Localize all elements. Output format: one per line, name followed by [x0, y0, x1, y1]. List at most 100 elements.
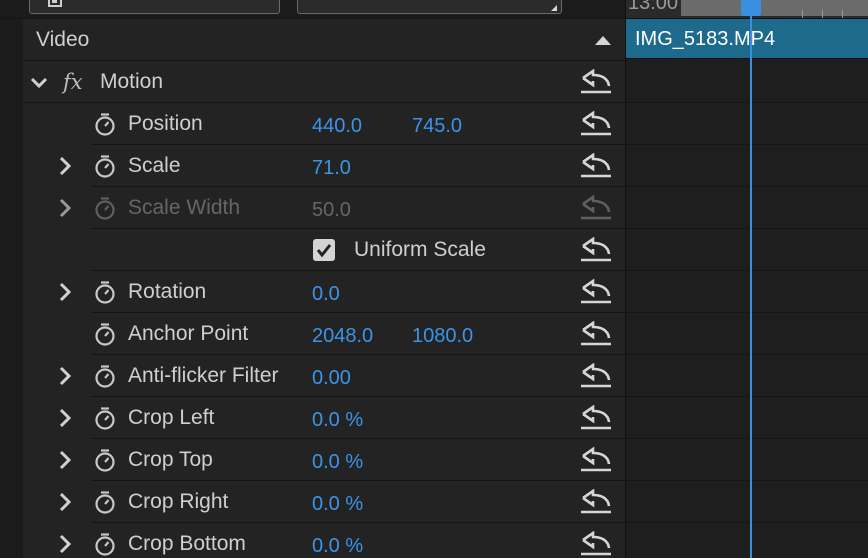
- keyframe-lane[interactable]: [626, 229, 868, 271]
- property-row-scale: Scale 71.0: [23, 145, 625, 187]
- property-label: Rotation: [128, 280, 207, 303]
- reset-parameter-icon: [581, 195, 611, 220]
- stopwatch-icon[interactable]: [93, 490, 117, 514]
- crop-top-value[interactable]: 0.0 %: [312, 441, 363, 483]
- chevron-right-icon[interactable]: [55, 407, 75, 429]
- ruler-timecode: 13:00: [628, 0, 679, 14]
- keyframe-lane[interactable]: [626, 397, 868, 439]
- effect-controls-timeline[interactable]: 13:00 IMG_5183.MP4: [625, 0, 868, 558]
- anti-flicker-value[interactable]: 0.00: [312, 357, 351, 399]
- property-row-uniform-scale: Uniform Scale: [23, 229, 625, 271]
- keyframe-lane[interactable]: [626, 145, 868, 187]
- property-row-crop-right: Crop Right 0.0 %: [23, 481, 625, 523]
- crop-left-value[interactable]: 0.0 %: [312, 399, 363, 441]
- property-row-scale-width: Scale Width 50.0: [23, 187, 625, 229]
- chevron-right-icon[interactable]: [55, 281, 75, 303]
- anchor-y-value[interactable]: 1080.0: [412, 315, 473, 357]
- playhead-handle[interactable]: [741, 0, 761, 16]
- clip-icon-pip: [52, 0, 57, 3]
- anchor-x-value[interactable]: 2048.0: [312, 315, 373, 357]
- scale-value[interactable]: 71.0: [312, 147, 351, 189]
- keyframe-lane[interactable]: [626, 355, 868, 397]
- keyframe-lane[interactable]: [626, 481, 868, 523]
- panel-gutter: [0, 0, 23, 558]
- ruler-tick: [842, 10, 843, 18]
- ruler-tick: [822, 10, 823, 18]
- reset-parameter-icon[interactable]: [579, 489, 613, 515]
- crop-right-value[interactable]: 0.0 %: [312, 483, 363, 525]
- property-row-rotation: Rotation 0.0: [23, 271, 625, 313]
- ruler-tick: [802, 10, 803, 18]
- fx-badge[interactable]: fx: [63, 61, 83, 103]
- chevron-right-icon[interactable]: [55, 365, 75, 387]
- property-label: Crop Bottom: [128, 532, 246, 555]
- property-row-crop-top: Crop Top 0.0 %: [23, 439, 625, 481]
- sequence-clip-dropdown[interactable]: [297, 0, 562, 14]
- work-area-bar[interactable]: [681, 0, 868, 16]
- reset-parameter-icon[interactable]: [579, 405, 613, 431]
- section-title: Video: [36, 28, 90, 51]
- panel-top-bar: [0, 0, 625, 19]
- triangle-up-icon[interactable]: [595, 36, 611, 45]
- property-label: Anti-flicker Filter: [128, 364, 279, 387]
- property-row-crop-bottom: Crop Bottom 0.0 %: [23, 523, 625, 558]
- effect-name: Motion: [100, 70, 164, 93]
- reset-parameter-icon[interactable]: [579, 153, 613, 179]
- stopwatch-icon[interactable]: [93, 448, 117, 472]
- stopwatch-icon[interactable]: [93, 532, 117, 556]
- reset-parameter-icon[interactable]: [579, 111, 613, 137]
- chevron-right-icon[interactable]: [55, 533, 75, 555]
- checkbox-checked-icon[interactable]: [313, 239, 335, 261]
- property-label: Crop Right: [128, 490, 229, 513]
- chevron-right-icon[interactable]: [55, 491, 75, 513]
- dropdown-corner-icon: [551, 5, 557, 11]
- keyframe-lane[interactable]: [626, 439, 868, 481]
- keyframe-lane[interactable]: [626, 313, 868, 355]
- chevron-right-icon[interactable]: [55, 155, 75, 177]
- property-row-position: Position 440.0 745.0: [23, 103, 625, 145]
- property-label: Crop Top: [128, 448, 213, 471]
- property-row-anti-flicker: Anti-flicker Filter 0.00: [23, 355, 625, 397]
- stopwatch-icon[interactable]: [93, 322, 117, 346]
- position-x-value[interactable]: 440.0: [312, 105, 362, 147]
- stopwatch-icon[interactable]: [93, 364, 117, 388]
- chevron-right-icon[interactable]: [55, 197, 75, 219]
- chevron-right-icon[interactable]: [55, 449, 75, 471]
- reset-parameter-icon[interactable]: [579, 279, 613, 305]
- source-clip-selector[interactable]: [29, 0, 280, 14]
- property-label: Scale Width: [128, 196, 241, 219]
- reset-parameter-icon[interactable]: [579, 447, 613, 473]
- property-label: Scale: [128, 154, 181, 177]
- reset-parameter-icon[interactable]: [579, 531, 613, 557]
- property-row-anchor-point: Anchor Point 2048.0 1080.0: [23, 313, 625, 355]
- stopwatch-icon: [95, 197, 115, 220]
- crop-bottom-value[interactable]: 0.0 %: [312, 525, 363, 558]
- reset-parameter-icon[interactable]: [579, 69, 613, 95]
- reset-parameter-icon[interactable]: [579, 363, 613, 389]
- keyframe-lane[interactable]: [626, 187, 868, 229]
- clip-bar[interactable]: IMG_5183.MP4: [626, 19, 868, 59]
- clip-name: IMG_5183.MP4: [635, 28, 776, 50]
- effect-row-motion[interactable]: fx Motion: [23, 61, 625, 103]
- reset-parameter-icon[interactable]: [579, 237, 613, 263]
- rotation-value[interactable]: 0.0: [312, 273, 340, 315]
- stopwatch-icon[interactable]: [93, 406, 117, 430]
- position-y-value[interactable]: 745.0: [412, 105, 462, 147]
- reset-parameter-icon[interactable]: [579, 321, 613, 347]
- stopwatch-icon[interactable]: [93, 280, 117, 304]
- video-section-header[interactable]: Video: [23, 19, 625, 61]
- uniform-scale-label[interactable]: Uniform Scale: [354, 229, 486, 271]
- keyframe-lane[interactable]: [626, 103, 868, 145]
- keyframe-lane[interactable]: [626, 271, 868, 313]
- chevron-down-icon[interactable]: [29, 71, 49, 93]
- property-label: Anchor Point: [128, 322, 249, 345]
- scale-width-value: 50.0: [312, 199, 351, 221]
- property-row-crop-left: Crop Left 0.0 %: [23, 397, 625, 439]
- property-label: Crop Left: [128, 406, 215, 429]
- keyframe-lane[interactable]: [626, 61, 868, 103]
- keyframe-lane[interactable]: [626, 523, 868, 558]
- playhead-line[interactable]: [750, 0, 752, 558]
- stopwatch-icon[interactable]: [93, 112, 117, 136]
- stopwatch-icon[interactable]: [93, 154, 117, 178]
- property-label: Position: [128, 112, 203, 135]
